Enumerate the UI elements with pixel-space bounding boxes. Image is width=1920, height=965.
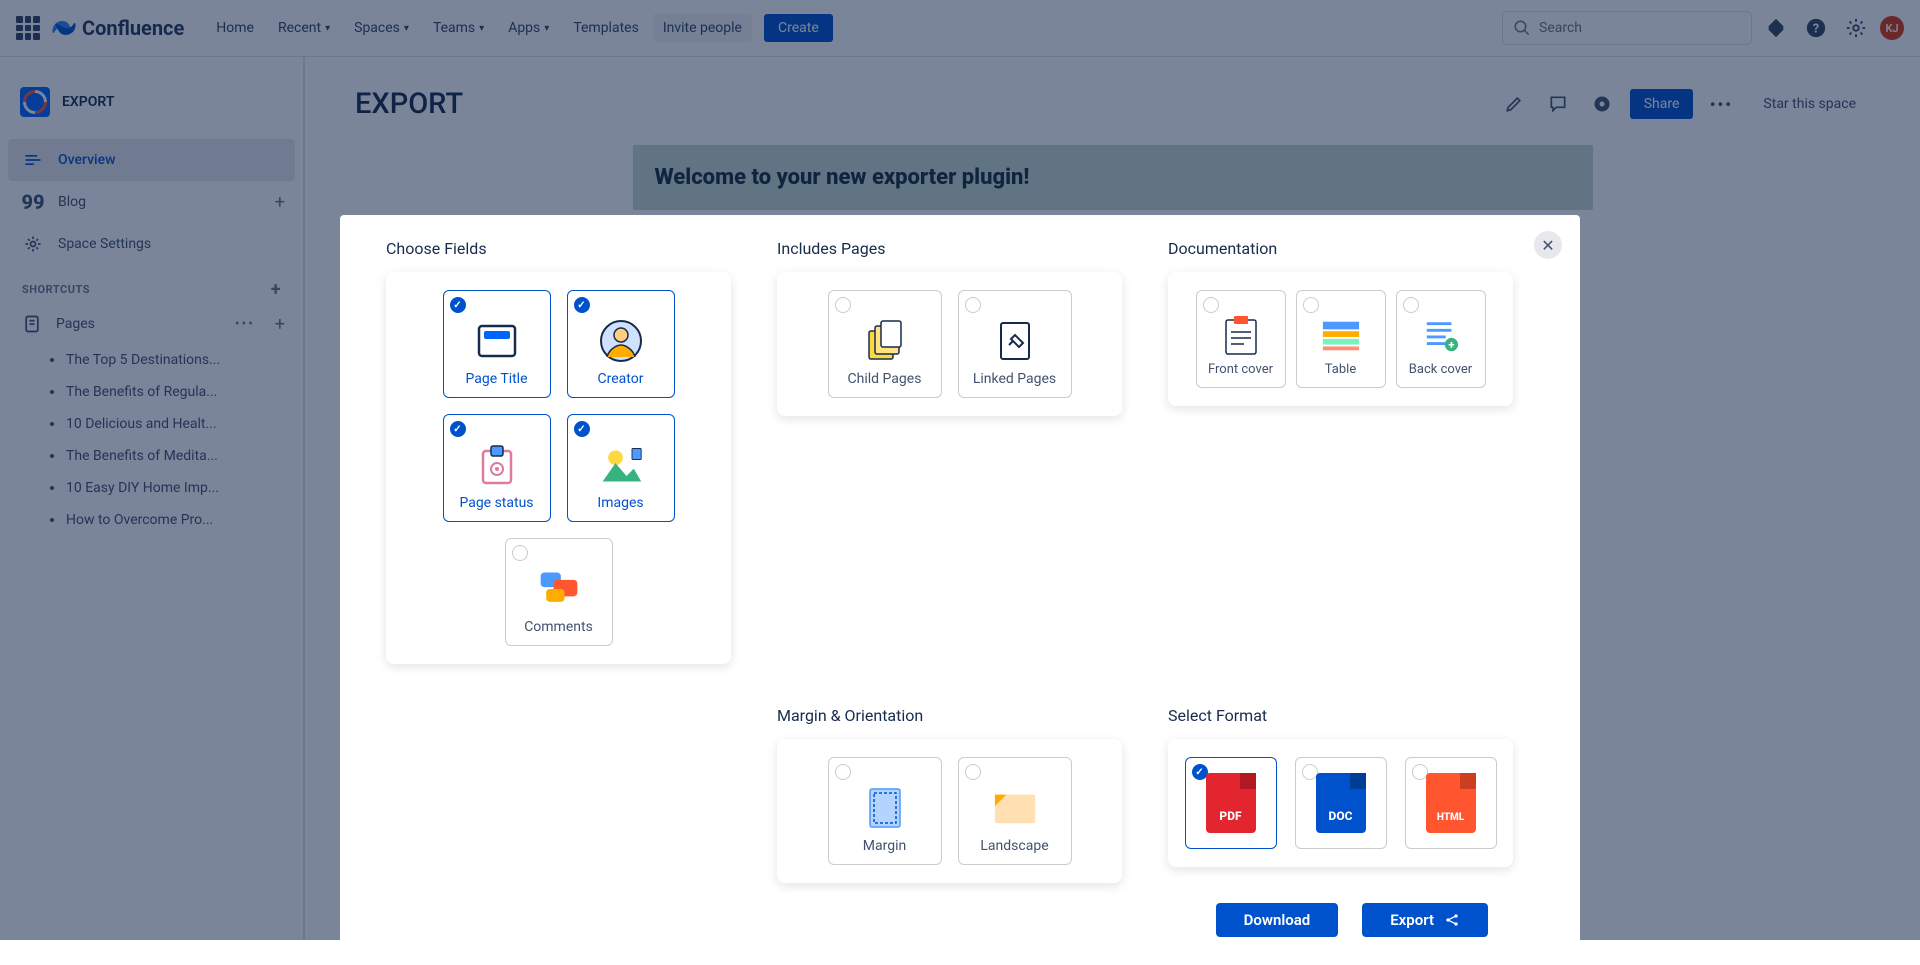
share-icon — [1444, 912, 1460, 928]
section-select-format: Select Format PDF DOC HTML — [1168, 706, 1513, 883]
pdf-icon: PDF — [1206, 773, 1256, 833]
option-front-cover[interactable]: Front cover — [1196, 290, 1286, 388]
option-child-pages[interactable]: Child Pages — [828, 290, 942, 398]
landscape-icon — [993, 786, 1037, 830]
svg-text:+: + — [1448, 337, 1454, 351]
option-page-title[interactable]: Page Title — [443, 290, 551, 398]
modal-overlay: ✕ Choose Fields Page Title Creator — [0, 0, 1920, 940]
format-html[interactable]: HTML — [1405, 757, 1497, 849]
creator-icon — [599, 319, 643, 363]
doc-icon: DOC — [1316, 773, 1366, 833]
export-button[interactable]: Export — [1362, 903, 1488, 937]
html-icon: HTML — [1426, 773, 1476, 833]
section-choose-fields: Choose Fields Page Title Creator — [386, 239, 731, 664]
option-page-status[interactable]: Page status — [443, 414, 551, 522]
page-status-icon — [475, 443, 519, 487]
option-linked-pages[interactable]: Linked Pages — [958, 290, 1072, 398]
images-icon — [599, 443, 643, 487]
option-landscape[interactable]: Landscape — [958, 757, 1072, 865]
child-pages-icon — [863, 319, 907, 363]
comments-icon — [537, 567, 581, 611]
option-images[interactable]: Images — [567, 414, 675, 522]
page-title-icon — [475, 319, 519, 363]
section-includes-pages: Includes Pages Child Pages Linked Pages — [777, 239, 1122, 519]
margin-icon — [863, 786, 907, 830]
format-doc[interactable]: DOC — [1295, 757, 1387, 849]
option-back-cover[interactable]: + Back cover — [1396, 290, 1486, 388]
option-margin[interactable]: Margin — [828, 757, 942, 865]
close-icon[interactable]: ✕ — [1534, 231, 1562, 259]
option-creator[interactable]: Creator — [567, 290, 675, 398]
download-button[interactable]: Download — [1216, 903, 1339, 937]
section-margin-orientation: Margin & Orientation Margin Landscape — [777, 706, 1122, 883]
option-table[interactable]: Table — [1296, 290, 1386, 388]
format-pdf[interactable]: PDF — [1185, 757, 1277, 849]
back-cover-icon: + — [1423, 318, 1459, 354]
export-modal: ✕ Choose Fields Page Title Creator — [340, 215, 1580, 965]
front-cover-icon — [1223, 318, 1259, 354]
table-icon — [1321, 318, 1361, 354]
linked-pages-icon — [993, 319, 1037, 363]
section-documentation: Documentation Front cover Table + — [1168, 239, 1513, 519]
option-comments[interactable]: Comments — [505, 538, 613, 646]
